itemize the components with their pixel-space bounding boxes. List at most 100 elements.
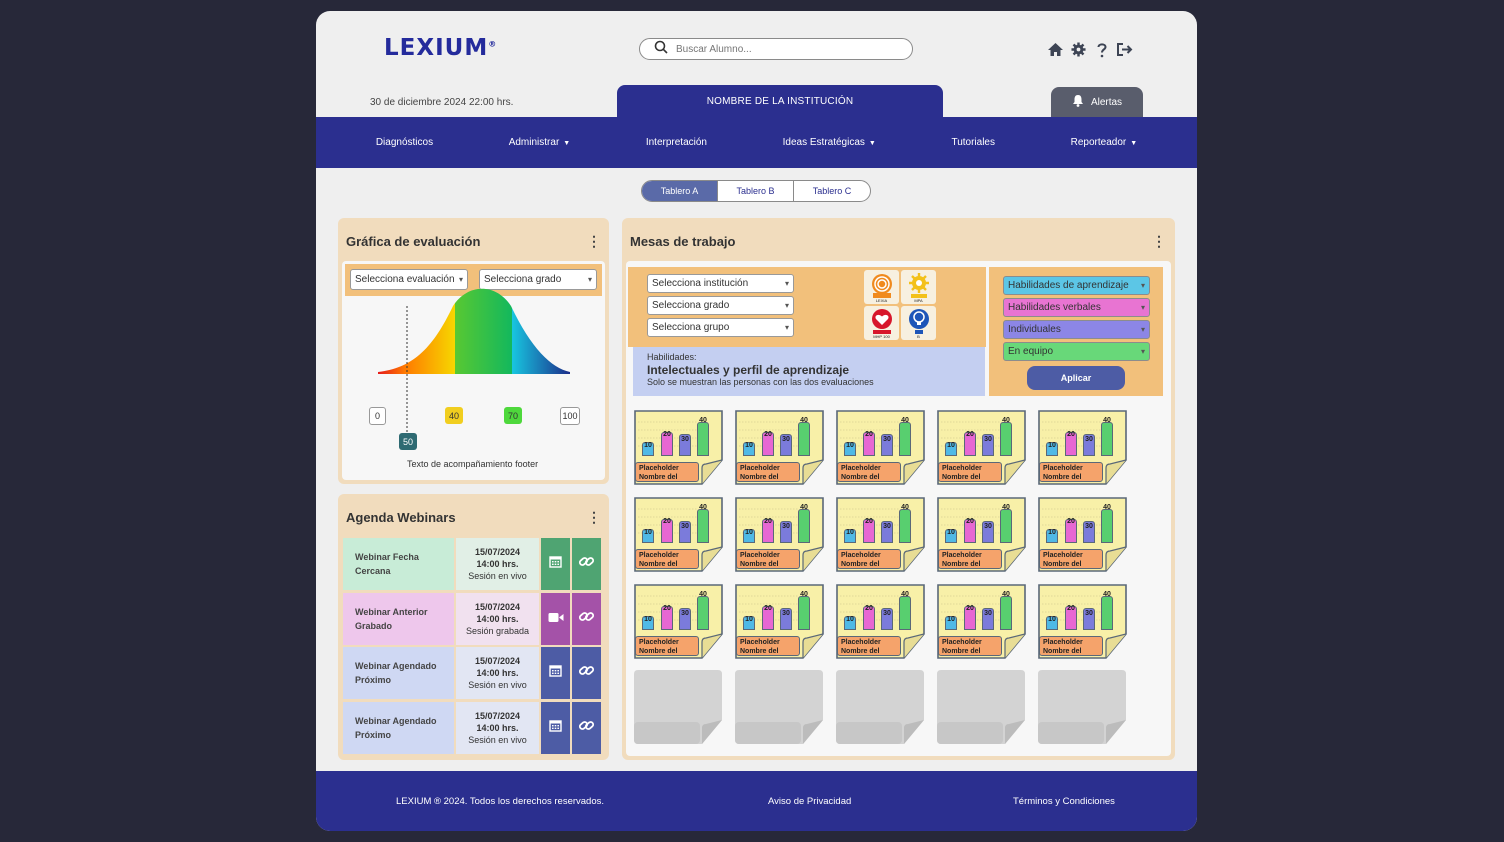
help-icon[interactable] [1093,41,1110,58]
card-bar [798,422,810,456]
gear-icon[interactable] [1070,41,1087,58]
nav-item-5[interactable]: Reporteador ▼ [1071,137,1138,148]
logout-icon[interactable] [1116,41,1133,58]
student-card[interactable]: 10 20 30 40 Placeholder Nombre del [634,584,724,660]
card-bar-value: 10 [846,442,854,449]
card-student-name: Placeholder Nombre del [837,462,901,482]
card-bar-value: 10 [745,616,753,623]
select-value: Selecciona grado [652,300,730,311]
webinar-row: Webinar Fecha Cercana 15/07/2024 14:00 hrs… [343,538,601,590]
watch-recording-button[interactable] [541,592,570,645]
card-bar [899,422,911,456]
badge-3[interactable]: B [901,306,936,340]
card-bar [697,596,709,630]
nav-item-4[interactable]: Tutoriales [951,137,995,148]
workspace-select-0[interactable]: Selecciona institución ▾ [647,274,794,293]
webinar-link-button[interactable] [572,592,601,645]
student-card[interactable]: 10 20 30 40 Placeholder Nombre del [836,410,926,486]
card-bar-value: 30 [984,436,992,443]
webinar-name: Webinar Agendado Próximo [343,647,454,699]
habilidades-label: Habilidades: [647,352,697,362]
badge-label: LEXIA [875,298,888,303]
card-student-name: Placeholder Nombre del [635,549,699,569]
terms-link[interactable]: Términos y Condiciones [1013,796,1115,807]
badge-1[interactable]: MPA [901,270,936,304]
lexium-logo[interactable]: LEXIUM® [384,35,497,61]
card-bar [899,596,911,630]
card-student-name: Placeholder Nombre del [938,549,1002,569]
workspace-select-1[interactable]: Selecciona grado ▾ [647,296,794,315]
webinar-datetime: 15/07/2024 14:00 hrs. Sesión en vivo [456,538,539,590]
student-card[interactable]: 10 20 30 40 Placeholder Nombre del [937,497,1027,573]
apply-button[interactable]: Aplicar [1027,366,1125,390]
student-card[interactable]: 10 20 30 40 Placeholder Nombre del [1038,584,1128,660]
card-bar-value: 10 [644,442,652,449]
badge-2[interactable]: MHP 100 [864,306,899,340]
card-bar-value: 10 [745,529,753,536]
webinar-time: 14:00 hrs. [476,668,519,678]
card-bar [697,509,709,543]
student-card[interactable]: 10 20 30 40 Placeholder Nombre del [735,410,825,486]
search-input[interactable] [676,43,876,55]
webinars-menu-icon[interactable]: ⋮ [587,510,601,524]
nav-item-0[interactable]: Diagnósticos [376,137,433,148]
chevron-down-icon: ▾ [1140,303,1145,312]
video-icon [548,610,564,628]
student-card[interactable]: 10 20 30 40 Placeholder Nombre del [836,497,926,573]
card-bar-value: 30 [883,436,891,443]
evaluation-panel: Gráfica de evaluación ⋮ Selecciona evalu… [338,218,609,484]
institution-tab[interactable]: NOMBRE DE LA INSTITUCIÓN [617,85,943,117]
workspace-title: Mesas de trabajo [630,234,736,249]
webinar-link-button[interactable] [572,647,601,699]
nav-item-1[interactable]: Administrar ▼ [509,137,571,148]
chevron-down-icon: ▾ [1140,325,1145,334]
chart-footer-text: Texto de acompañamiento footer [407,459,539,469]
webinar-link-button[interactable] [572,538,601,590]
card-bar-value: 40 [699,417,707,424]
add-to-calendar-button[interactable] [541,647,570,699]
student-card[interactable]: 10 20 30 40 Placeholder Nombre del [1038,410,1128,486]
card-bar-value: 40 [1103,504,1111,511]
student-card[interactable]: 10 20 30 40 Placeholder Nombre del [937,410,1027,486]
workspace-menu-icon[interactable]: ⋮ [1152,234,1166,248]
link-icon [578,553,595,575]
board-tab-0[interactable]: Tablero A [642,181,718,201]
workspace-select-2[interactable]: Selecciona grupo ▾ [647,318,794,337]
card-bar-value: 20 [663,431,671,438]
nav-item-2[interactable]: Interpretación [646,137,707,148]
webinar-status: Sesión en vivo [468,734,527,745]
footer: LEXIUM ® 2024. Todos los derechos reserv… [316,771,1197,831]
nav-item-label: Administrar [508,137,560,148]
student-card[interactable]: 10 20 30 40 Placeholder Nombre del [1038,497,1128,573]
card-student-name: Placeholder Nombre del [837,549,901,569]
add-to-calendar-button[interactable] [541,701,570,754]
board-tab-2[interactable]: Tablero C [794,181,870,201]
board-tabs: Tablero A Tablero B Tablero C [641,180,871,202]
nav-item-3[interactable]: Ideas Estratégicas ▼ [783,137,876,148]
skill-filter-0[interactable]: Habilidades de aprendizaje ▾ [1003,276,1150,295]
current-date: 30 de diciembre 2024 22:00 hrs. [370,97,514,108]
card-student-name: Placeholder Nombre del [736,462,800,482]
card-student-name: Placeholder Nombre del [635,462,699,482]
card-bar-value: 20 [663,605,671,612]
search-bar[interactable] [639,38,913,60]
skill-filter-2[interactable]: Individuales ▾ [1003,320,1150,339]
student-card[interactable]: 10 20 30 40 Placeholder Nombre del [836,584,926,660]
board-tab-1[interactable]: Tablero B [718,181,794,201]
student-card[interactable]: 10 20 30 40 Placeholder Nombre del [634,497,724,573]
privacy-link[interactable]: Aviso de Privacidad [768,796,851,807]
student-card[interactable]: 10 20 30 40 Placeholder Nombre del [735,497,825,573]
webinar-link-button[interactable] [572,701,601,754]
card-bar [899,509,911,543]
student-card[interactable]: 10 20 30 40 Placeholder Nombre del [634,410,724,486]
home-icon[interactable] [1047,41,1064,58]
skill-filter-1[interactable]: Habilidades verbales ▾ [1003,298,1150,317]
skill-filter-3[interactable]: En equipo ▾ [1003,342,1150,361]
add-to-calendar-button[interactable] [541,538,570,590]
student-card[interactable]: 10 20 30 40 Placeholder Nombre del [735,584,825,660]
badge-0[interactable]: LEXIA [864,270,899,304]
card-bar-value: 20 [1067,518,1075,525]
student-card[interactable]: 10 20 30 40 Placeholder Nombre del [937,584,1027,660]
empty-card [634,670,724,746]
alerts-button[interactable]: Alertas [1051,87,1143,117]
